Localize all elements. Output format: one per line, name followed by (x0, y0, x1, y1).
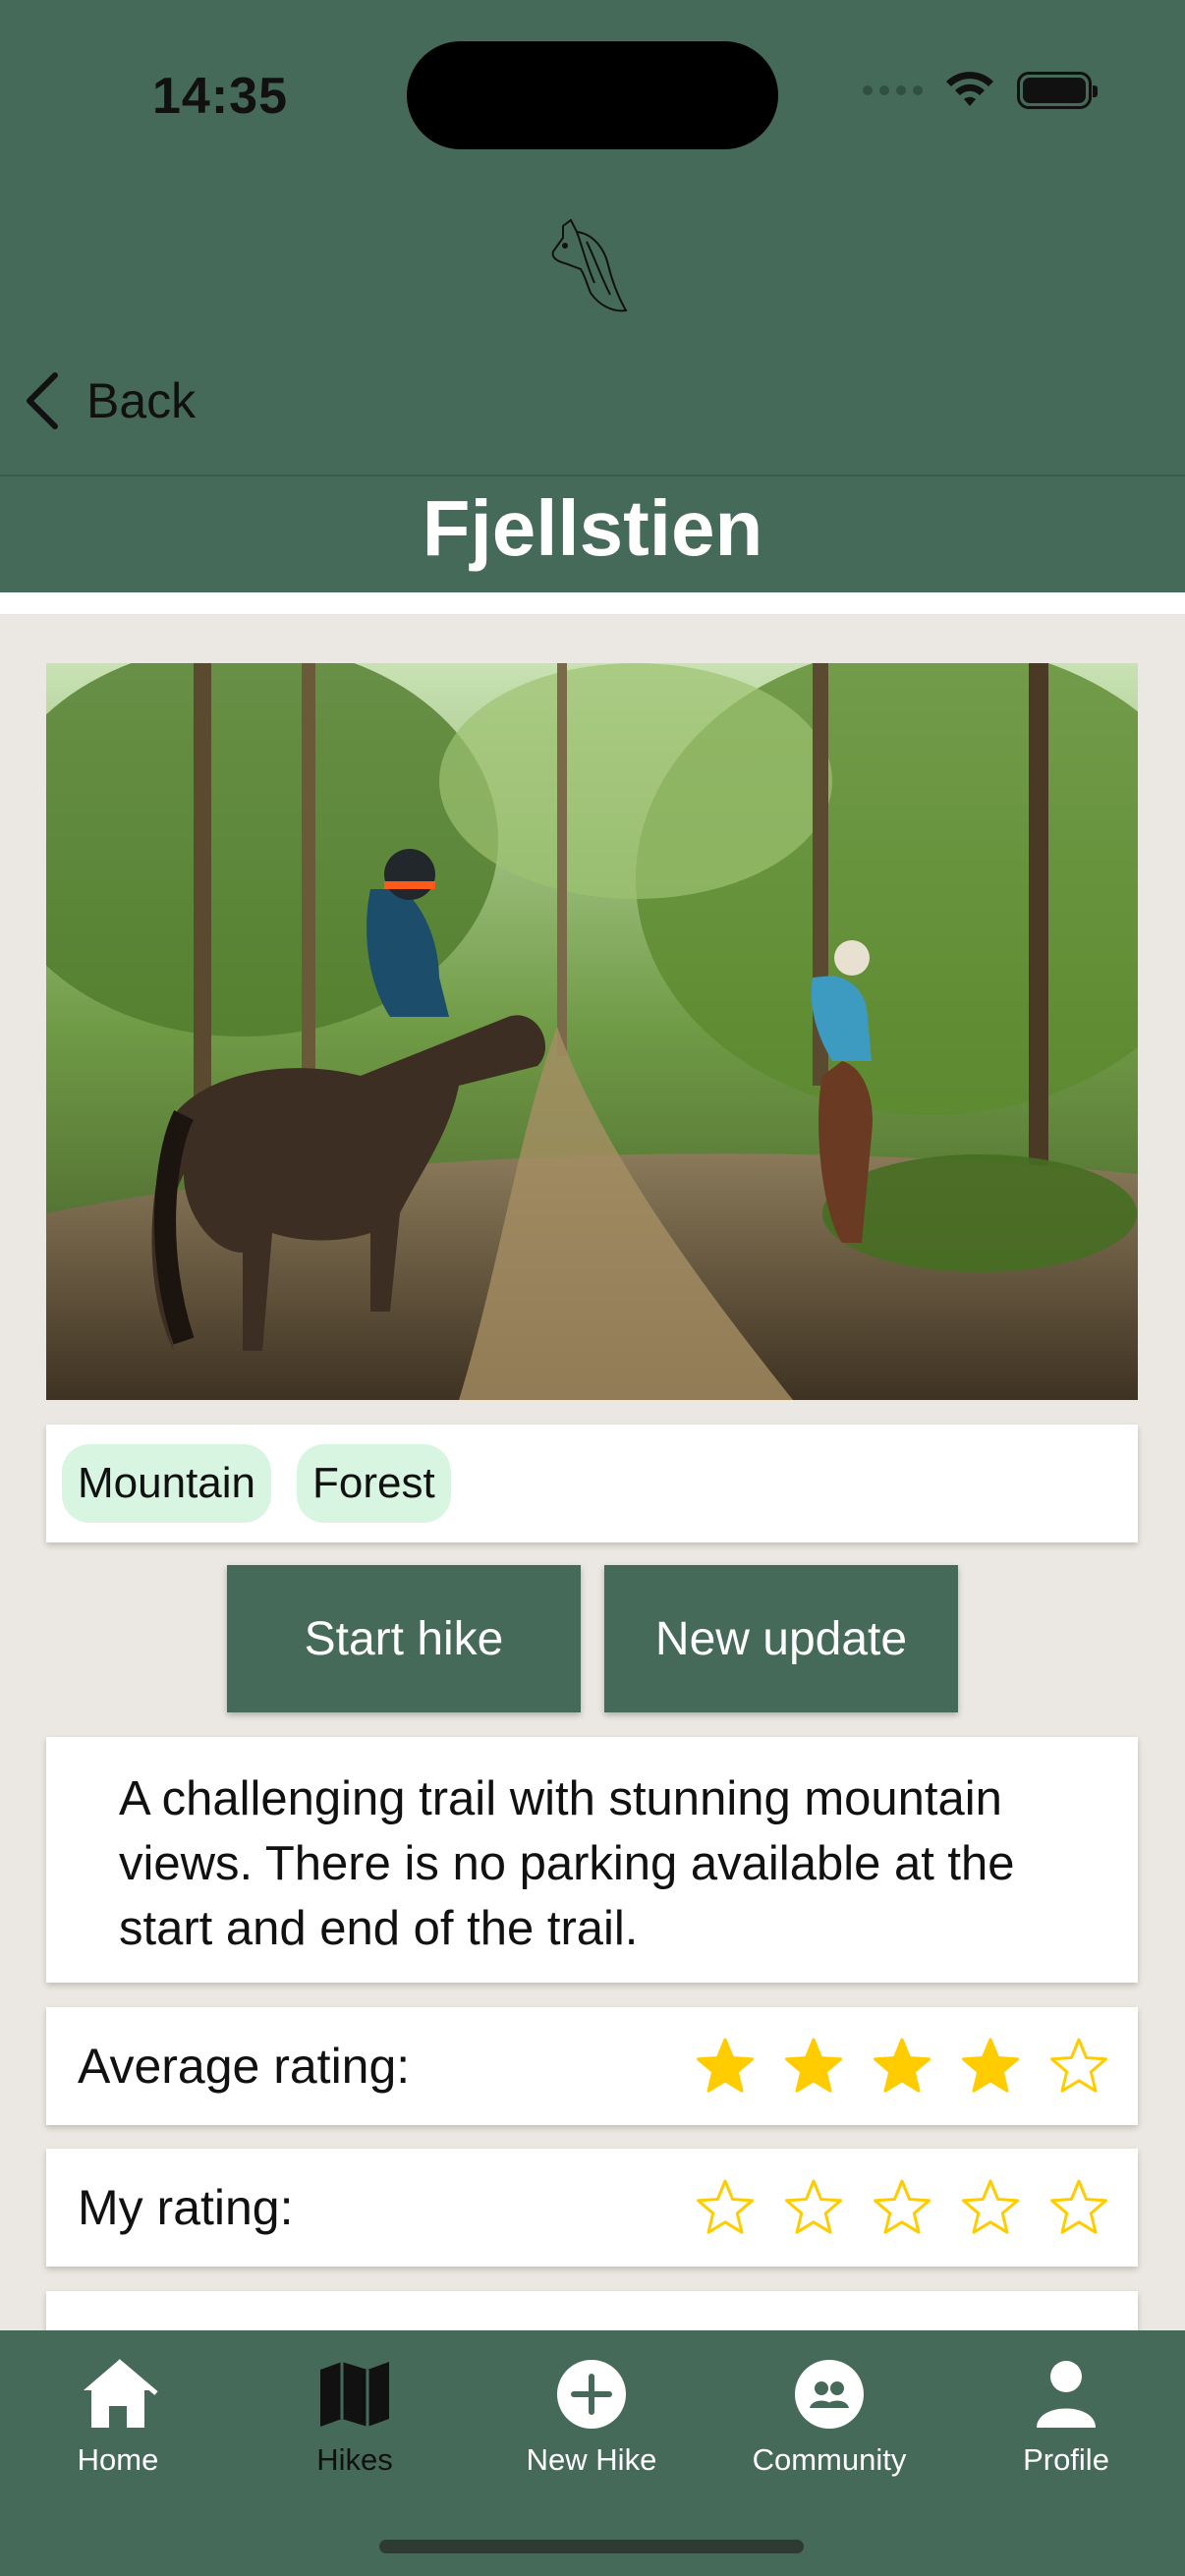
star-filled-icon (785, 2038, 842, 2093)
map-icon (310, 2350, 399, 2438)
star-filled-icon (962, 2038, 1019, 2093)
tab-home[interactable]: Home (0, 2350, 236, 2478)
description-card: A challenging trail with stunning mounta… (46, 1737, 1138, 1983)
header-divider (0, 475, 1185, 476)
status-icons (863, 71, 1098, 110)
start-hike-button[interactable]: Start hike (227, 1565, 581, 1712)
community-icon (785, 2350, 874, 2438)
home-icon (74, 2350, 162, 2438)
tag-mountain[interactable]: Mountain (62, 1444, 272, 1523)
cellular-icon (863, 85, 923, 95)
tab-hikes-label: Hikes (316, 2442, 393, 2477)
star-filled-icon (874, 2038, 931, 2093)
average-rating-stars (696, 2037, 1108, 2096)
person-icon (1022, 2350, 1110, 2438)
chevron-left-icon (27, 372, 58, 429)
star-empty-icon[interactable] (784, 2178, 843, 2237)
tag-forest[interactable]: Forest (297, 1444, 451, 1523)
average-rating-row: Average rating: (46, 2007, 1138, 2125)
new-update-button[interactable]: New update (604, 1565, 958, 1712)
hike-photo (46, 663, 1138, 1400)
home-indicator (379, 2540, 804, 2553)
status-time: 14:35 (152, 68, 288, 125)
tab-new-hike-label: New Hike (526, 2442, 657, 2477)
my-rating-label: My rating: (78, 2180, 294, 2235)
my-rating-row: My rating: (46, 2149, 1138, 2267)
tab-community-label: Community (752, 2442, 907, 2477)
tags-card: Mountain Forest (46, 1425, 1138, 1542)
star-filled-icon (697, 2038, 754, 2093)
tab-profile[interactable]: Profile (948, 2350, 1184, 2478)
star-empty-icon[interactable] (873, 2178, 931, 2237)
my-rating-stars (696, 2178, 1108, 2237)
description-text: A challenging trail with stunning mounta… (119, 1772, 1015, 1955)
wifi-icon (946, 72, 993, 106)
tab-home-label: Home (77, 2442, 159, 2477)
header-strip (0, 592, 1185, 614)
star-empty-icon (1050, 2038, 1107, 2093)
plus-circle-icon (547, 2350, 636, 2438)
page-title: Fjellstien (422, 484, 763, 572)
dynamic-island (407, 41, 778, 149)
star-empty-icon[interactable] (961, 2178, 1020, 2237)
tab-new-hike[interactable]: New Hike (474, 2350, 709, 2478)
star-empty-icon[interactable] (696, 2178, 755, 2237)
battery-icon (1017, 72, 1098, 109)
tab-hikes[interactable]: Hikes (237, 2350, 473, 2478)
horse-logo-icon (551, 218, 628, 312)
back-button[interactable]: Back (22, 371, 196, 430)
star-empty-icon[interactable] (1049, 2178, 1108, 2237)
tab-community[interactable]: Community (711, 2350, 947, 2478)
back-label: Back (86, 373, 197, 428)
tab-profile-label: Profile (1023, 2442, 1109, 2477)
average-rating-label: Average rating: (78, 2039, 411, 2094)
